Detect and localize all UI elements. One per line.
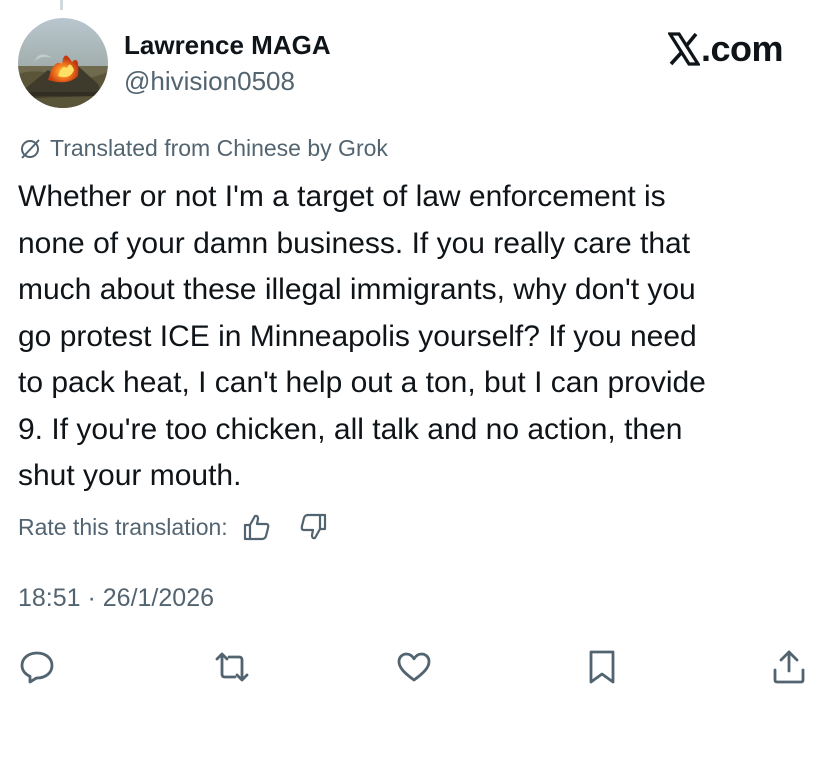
- bookmark-icon: [589, 650, 615, 684]
- translation-notice: Translated from Chinese by Grok: [18, 135, 388, 162]
- translation-notice-text: Translated from Chinese by Grok: [50, 135, 388, 161]
- bonfire-avatar-image: [18, 18, 108, 108]
- thumbs-down-icon[interactable]: [298, 512, 328, 542]
- tweet-text: Whether or not I'm a target of law enfor…: [18, 180, 706, 492]
- reply-button[interactable]: [18, 648, 56, 686]
- x-logo-icon: [667, 32, 701, 66]
- thumbs-up-icon[interactable]: [242, 512, 272, 542]
- repost-icon: [215, 652, 249, 682]
- avatar[interactable]: [18, 18, 108, 108]
- thread-connector-line: [60, 0, 63, 10]
- author-handle[interactable]: @hivision0508: [124, 66, 295, 97]
- brand-watermark: .com: [667, 28, 784, 70]
- like-button[interactable]: [395, 648, 433, 686]
- grok-icon: [18, 137, 42, 161]
- share-icon: [773, 650, 805, 684]
- reply-icon: [20, 651, 54, 684]
- repost-button[interactable]: [213, 648, 251, 686]
- brand-domain-label: .com: [701, 28, 784, 69]
- share-button[interactable]: [770, 648, 808, 686]
- bookmark-button[interactable]: [583, 648, 621, 686]
- heart-icon: [397, 652, 431, 682]
- post-timestamp[interactable]: 18:51 · 26/1/2026: [18, 584, 214, 613]
- rate-translation-label: Rate this translation:: [18, 513, 228, 540]
- author-display-name[interactable]: Lawrence MAGA: [124, 30, 331, 61]
- rate-translation-row: Rate this translation:: [18, 512, 328, 542]
